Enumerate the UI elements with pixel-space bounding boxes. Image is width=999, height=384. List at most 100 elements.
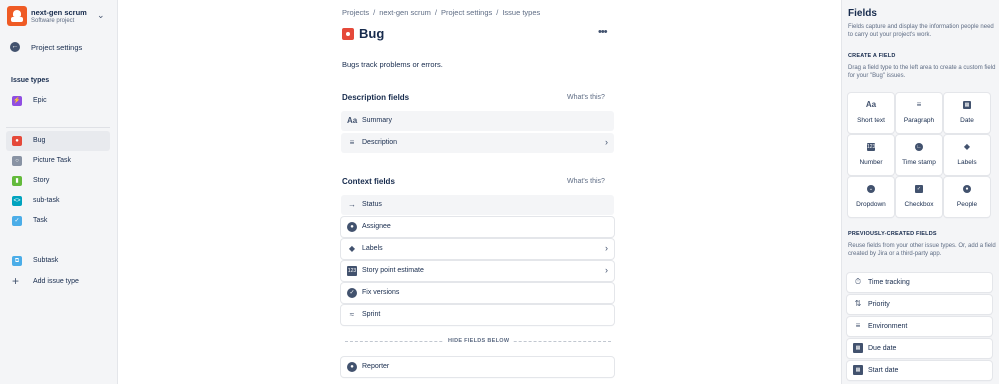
sidebar-item-task[interactable]: ✓ Task: [6, 211, 110, 231]
breadcrumb: Projects / next-gen scrum / Project settings…: [342, 8, 541, 17]
code-icon: <>: [12, 196, 22, 206]
field-type-dropdown[interactable]: ⌄ Dropdown: [848, 177, 894, 217]
field-reporter[interactable]: ● Reporter: [341, 357, 614, 377]
description-fields-heading: Description fields: [342, 93, 410, 102]
picture-task-icon: ○: [12, 156, 22, 166]
number-icon: 123: [867, 142, 876, 151]
priority-icon: ⇅: [854, 299, 862, 308]
field-type-number[interactable]: 123 Number: [848, 135, 894, 175]
whats-this-link[interactable]: What's this?: [567, 94, 605, 101]
previous-field-start-date[interactable]: ▦ Start date: [847, 361, 992, 380]
field-label: Summary: [362, 117, 392, 124]
hide-fields-label: HIDE FIELDS BELOW: [444, 338, 514, 344]
subtask-icon: ⧉: [12, 256, 22, 266]
sidebar-item-story[interactable]: ▮ Story: [6, 171, 110, 191]
field-fix-versions[interactable]: ✓ Fix versions: [341, 283, 614, 303]
sidebar-item-sub-task[interactable]: <> sub-task: [6, 191, 110, 211]
issue-types-heading: Issue types: [11, 77, 50, 84]
checkbox-icon: ✓: [915, 184, 923, 193]
previous-field-label: Start date: [868, 367, 899, 374]
field-type-label: Paragraph: [903, 117, 935, 124]
field-type-labels[interactable]: ◆ Labels: [944, 135, 990, 175]
breadcrumb-link[interactable]: Issue types: [502, 8, 540, 17]
chevron-right-icon[interactable]: ›: [605, 243, 608, 253]
paragraph-icon: ≡: [916, 100, 922, 109]
clock-icon: ∟: [915, 142, 923, 151]
field-type-paragraph[interactable]: ≡ Paragraph: [896, 93, 942, 133]
sidebar-item-bug[interactable]: ● Bug: [6, 131, 110, 151]
field-type-label: Labels: [957, 159, 977, 166]
chevron-right-icon[interactable]: ›: [605, 265, 608, 275]
sprint-icon: ≈: [349, 310, 355, 319]
field-type-people[interactable]: ● People: [944, 177, 990, 217]
previous-field-due-date[interactable]: ▦ Due date: [847, 339, 992, 358]
field-type-time-stamp[interactable]: ∟ Time stamp: [896, 135, 942, 175]
previous-field-label: Environment: [868, 323, 908, 330]
number-icon: 123: [347, 266, 357, 276]
panel-title: Fields: [848, 8, 877, 19]
sidebar-item-label: sub-task: [33, 197, 60, 204]
field-type-checkbox[interactable]: ✓ Checkbox: [896, 177, 942, 217]
previous-field-label: Priority: [868, 301, 890, 308]
project-name: next-gen scrum: [31, 8, 87, 17]
sidebar-item-label: Epic: [33, 97, 47, 104]
story-icon: ▮: [12, 176, 22, 186]
field-label: Status: [362, 201, 382, 208]
breadcrumb-link[interactable]: Project settings: [441, 8, 492, 17]
field-type-label: Short text: [857, 117, 885, 124]
field-type-label: People: [956, 201, 978, 208]
previous-field-time-tracking[interactable]: ⏱ Time tracking: [847, 273, 992, 292]
bug-icon: [342, 28, 354, 40]
whats-this-link[interactable]: What's this?: [567, 178, 605, 185]
more-actions-button[interactable]: •••: [598, 26, 608, 38]
sidebar-item-label: Story: [33, 177, 50, 184]
field-type-date[interactable]: ▦ Date: [944, 93, 990, 133]
field-labels[interactable]: ◆ Labels ›: [341, 239, 614, 259]
sidebar-item-label: Picture Task: [33, 157, 71, 164]
person-icon: ●: [944, 184, 990, 194]
field-status[interactable]: → Status: [341, 195, 614, 215]
field-type-short-text[interactable]: Aa Short text: [848, 93, 894, 133]
page-title: Bug: [359, 26, 385, 41]
epic-icon: ⚡: [12, 96, 22, 106]
field-summary[interactable]: Aa Summary: [341, 111, 614, 131]
field-type-label: Checkbox: [904, 201, 934, 208]
field-sprint[interactable]: ≈ Sprint: [341, 305, 614, 325]
sidebar-item-epic[interactable]: ⚡ Epic: [6, 91, 110, 111]
task-check-icon: ✓: [12, 216, 22, 226]
field-type-label: Number: [859, 159, 883, 166]
previous-field-priority[interactable]: ⇅ Priority: [847, 295, 992, 314]
sidebar-item-label: Bug: [33, 137, 46, 144]
sidebar-item-label: Task: [33, 217, 48, 224]
project-switcher[interactable]: next-gen scrum Software project ⌄: [7, 6, 111, 28]
field-label: Story point estimate: [362, 267, 424, 274]
field-label: Reporter: [362, 363, 390, 370]
issue-type-description: Bugs track problems or errors.: [342, 60, 443, 69]
text-icon: Aa: [865, 100, 877, 109]
breadcrumb-link[interactable]: next-gen scrum: [379, 8, 431, 17]
person-icon: ●: [347, 362, 357, 372]
sidebar-item-subtask[interactable]: ⧉ Subtask: [6, 251, 110, 271]
field-description[interactable]: ≡ Description ›: [341, 133, 614, 153]
previous-field-environment[interactable]: ≡ Environment: [847, 317, 992, 336]
project-type: Software project: [31, 18, 75, 24]
ship-icon: ✓: [347, 288, 357, 298]
field-label: Fix versions: [362, 289, 400, 296]
back-to-project-settings[interactable]: ← Project settings: [10, 40, 110, 54]
previous-fields-heading: PREVIOUSLY-CREATED FIELDS: [848, 231, 937, 237]
fields-panel: Fields Fields capture and display the in…: [841, 0, 999, 384]
tag-icon: ◆: [963, 142, 971, 151]
field-story-point-estimate[interactable]: 123 Story point estimate ›: [341, 261, 614, 281]
sidebar: next-gen scrum Software project ⌄ ← Proj…: [0, 0, 118, 384]
field-type-label: Time stamp: [902, 159, 936, 166]
add-issue-type-button[interactable]: + Add issue type: [6, 272, 110, 292]
field-label: Sprint: [362, 311, 381, 318]
create-field-note: Drag a field type to the left area to cr…: [848, 65, 996, 79]
chevron-down-icon[interactable]: ⌄: [97, 10, 105, 21]
breadcrumb-link[interactable]: Projects: [342, 8, 369, 17]
sidebar-item-picture-task[interactable]: ○ Picture Task: [6, 151, 110, 171]
stopwatch-icon: ⏱: [854, 277, 862, 286]
chevron-right-icon[interactable]: ›: [605, 137, 608, 147]
field-assignee[interactable]: ● Assignee: [341, 217, 614, 237]
plus-icon: +: [12, 274, 20, 288]
